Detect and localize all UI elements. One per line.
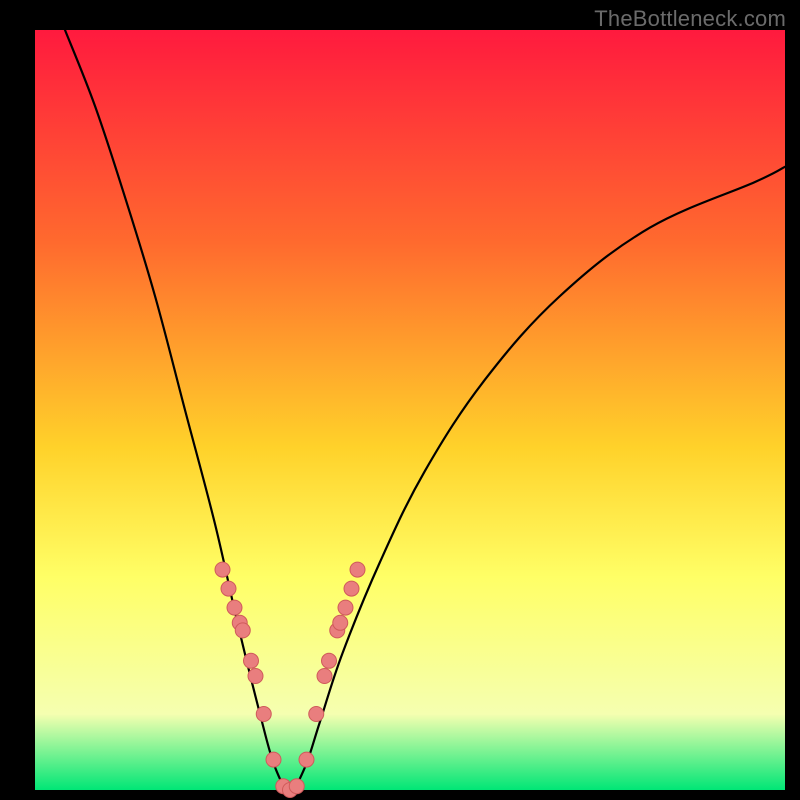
watermark-text: TheBottleneck.com — [594, 6, 786, 32]
plot-background — [35, 30, 785, 790]
dot — [344, 581, 359, 596]
dot — [322, 653, 337, 668]
dot — [299, 752, 314, 767]
chart-stage: TheBottleneck.com — [0, 0, 800, 800]
dot — [333, 615, 348, 630]
bottleneck-chart — [0, 0, 800, 800]
dot — [317, 669, 332, 684]
dot — [248, 669, 263, 684]
dot — [244, 653, 259, 668]
dot — [235, 623, 250, 638]
dot — [227, 600, 242, 615]
dot — [338, 600, 353, 615]
dot — [221, 581, 236, 596]
dot — [266, 752, 281, 767]
dot — [289, 779, 304, 794]
dot — [256, 707, 271, 722]
dot — [350, 562, 365, 577]
dot — [215, 562, 230, 577]
dot — [309, 707, 324, 722]
